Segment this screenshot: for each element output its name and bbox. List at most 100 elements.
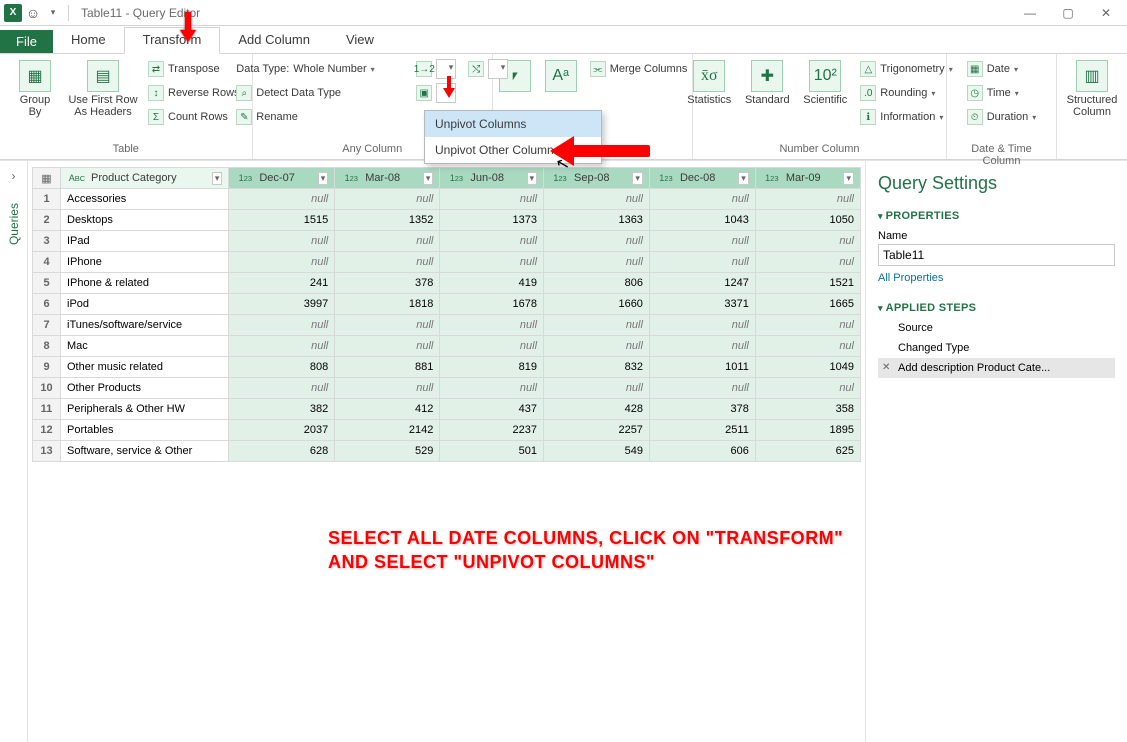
cell-value[interactable]: null [335,315,440,336]
cell-category[interactable]: Other Products [61,378,229,399]
minimize-button[interactable]: — [1013,3,1047,23]
data-type-button[interactable]: Data Type: Whole Number [232,58,408,80]
cell-value[interactable]: 378 [649,399,755,420]
cell-value[interactable]: 2037 [229,420,335,441]
cell-value[interactable]: 1247 [649,273,755,294]
statistics-button[interactable]: x̄σStatistics [680,56,738,110]
cell-value[interactable]: null [649,315,755,336]
scientific-button[interactable]: 10²Scientific [796,56,854,110]
detect-data-type-button[interactable]: ⌕Detect Data Type [232,82,408,104]
row-header[interactable]: 9 [33,357,61,378]
count-rows-button[interactable]: ΣCount Rows [144,106,244,128]
cell-value[interactable]: 1515 [229,210,335,231]
row-header[interactable]: 2 [33,210,61,231]
row-header[interactable]: 11 [33,399,61,420]
cell-value[interactable]: null [440,315,544,336]
cell-value[interactable]: null [335,231,440,252]
cell-value[interactable]: null [440,378,544,399]
structured-column-button[interactable]: ▥Structured Column [1063,56,1121,122]
column-header-mar08[interactable]: 123Mar-08▾ [335,168,440,189]
cell-value[interactable]: 2257 [544,420,650,441]
cell-value[interactable]: null [755,189,860,210]
cell-category[interactable]: Accessories [61,189,229,210]
cell-value[interactable]: 428 [544,399,650,420]
filter-dropdown-icon[interactable]: ▾ [843,172,854,185]
first-row-headers-button[interactable]: ▤ Use First Row As Headers [64,56,142,122]
cell-value[interactable]: null [440,336,544,357]
cell-value[interactable]: 358 [755,399,860,420]
cell-value[interactable]: 419 [440,273,544,294]
transpose-button[interactable]: ⇄Transpose [144,58,244,80]
cell-value[interactable]: 1363 [544,210,650,231]
cell-value[interactable]: 1521 [755,273,860,294]
cell-value[interactable]: 881 [335,357,440,378]
cell-value[interactable]: 1049 [755,357,860,378]
cell-category[interactable]: Peripherals & Other HW [61,399,229,420]
cell-value[interactable]: null [440,231,544,252]
cell-category[interactable]: IPhone & related [61,273,229,294]
cell-value[interactable]: nul [755,378,860,399]
cell-value[interactable]: null [229,315,335,336]
properties-header[interactable]: PROPERTIES [878,206,1115,226]
rename-button[interactable]: ✎Rename [232,106,408,128]
cell-category[interactable]: IPhone [61,252,229,273]
cell-value[interactable]: 625 [755,441,860,462]
corner-cell[interactable]: ▦ [33,168,61,189]
cell-value[interactable]: 1373 [440,210,544,231]
column-header-mar09[interactable]: 123Mar-09▾ [755,168,860,189]
applied-step[interactable]: Changed Type [878,338,1115,358]
cell-category[interactable]: IPad [61,231,229,252]
unpivot-dropdown-button[interactable]: ⤭ [464,58,512,80]
row-header[interactable]: 13 [33,441,61,462]
cell-value[interactable]: null [544,378,650,399]
qat-dropdown-icon[interactable]: ▾ [44,4,62,22]
filter-dropdown-icon[interactable]: ▾ [212,172,223,185]
cell-value[interactable]: 1043 [649,210,755,231]
cell-value[interactable]: 628 [229,441,335,462]
cell-value[interactable]: null [649,231,755,252]
filter-dropdown-icon[interactable]: ▾ [318,172,329,185]
tab-view[interactable]: View [328,28,392,53]
column-header-dec08[interactable]: 123Dec-08▾ [649,168,755,189]
cell-category[interactable]: iTunes/software/service [61,315,229,336]
cell-category[interactable]: Mac [61,336,229,357]
cell-value[interactable]: null [229,378,335,399]
cell-value[interactable]: 378 [335,273,440,294]
cell-value[interactable]: 1678 [440,294,544,315]
row-header[interactable]: 6 [33,294,61,315]
cell-value[interactable]: 3997 [229,294,335,315]
cell-value[interactable]: null [335,378,440,399]
reverse-rows-button[interactable]: ↕Reverse Rows [144,82,244,104]
standard-button[interactable]: ✚Standard [738,56,796,110]
cell-value[interactable]: 1352 [335,210,440,231]
date-button[interactable]: ▦Date [963,58,1041,80]
cell-value[interactable]: null [544,336,650,357]
cell-value[interactable]: null [229,252,335,273]
column-header-dec07[interactable]: 123Dec-07▾ [229,168,335,189]
cell-category[interactable]: Portables [61,420,229,441]
cell-value[interactable]: null [544,189,650,210]
cell-value[interactable]: null [229,189,335,210]
cell-value[interactable]: 437 [440,399,544,420]
chevron-right-icon[interactable]: › [12,169,16,183]
row-header[interactable]: 12 [33,420,61,441]
rounding-button[interactable]: .0Rounding [856,82,956,104]
cell-value[interactable]: null [544,231,650,252]
cell-value[interactable]: nul [755,336,860,357]
row-header[interactable]: 5 [33,273,61,294]
cell-value[interactable]: nul [755,252,860,273]
filter-dropdown-icon[interactable]: ▾ [738,172,749,185]
row-header[interactable]: 1 [33,189,61,210]
cell-value[interactable]: 549 [544,441,650,462]
cell-value[interactable]: null [649,252,755,273]
cell-value[interactable]: 1050 [755,210,860,231]
cell-value[interactable]: 412 [335,399,440,420]
row-header[interactable]: 4 [33,252,61,273]
cell-value[interactable]: 501 [440,441,544,462]
data-grid[interactable]: ▦ABCProduct Category▾123Dec-07▾123Mar-08… [32,167,861,462]
menu-item-unpivot-other-columns[interactable]: Unpivot Other Columns [425,137,601,163]
cell-value[interactable]: 241 [229,273,335,294]
cell-value[interactable]: 1011 [649,357,755,378]
format-button[interactable]: Aᵃ [538,56,584,96]
cell-value[interactable]: 1895 [755,420,860,441]
